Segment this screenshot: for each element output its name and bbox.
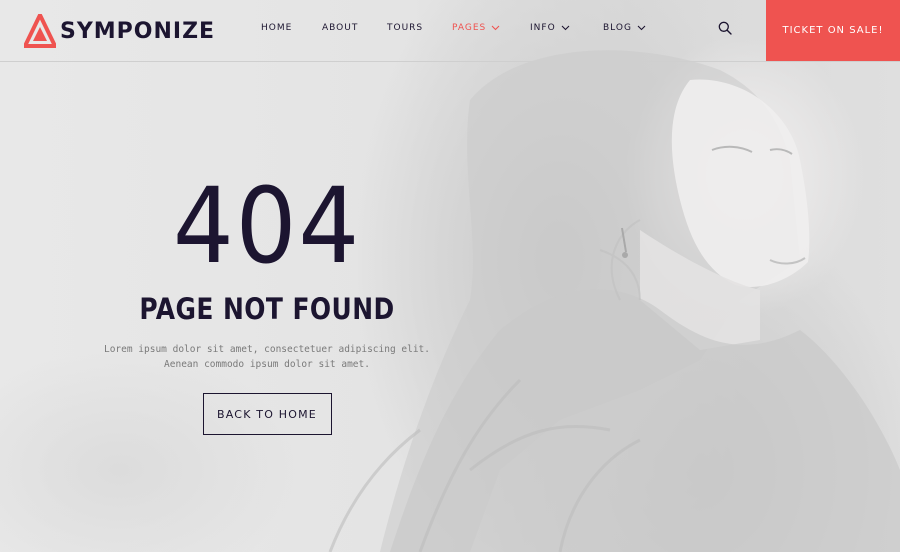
- nav-label: INFO: [530, 23, 556, 33]
- site-header: SYMPONIZE HOME ABOUT TOURS PAGES INFO BL…: [0, 0, 900, 62]
- nav-item-info[interactable]: INFO: [530, 23, 570, 33]
- nav-item-pages[interactable]: PAGES: [452, 23, 500, 33]
- chevron-down-icon: [561, 25, 570, 31]
- description-line: Aenean commodo ipsum dolor sit amet.: [164, 359, 370, 370]
- nav-item-tours[interactable]: TOURS: [387, 23, 423, 33]
- nav-item-about[interactable]: ABOUT: [322, 23, 358, 33]
- nav-label: HOME: [261, 23, 293, 33]
- logo-mark-icon: [24, 14, 56, 48]
- search-icon[interactable]: [718, 21, 732, 35]
- nav-label: TOURS: [387, 23, 424, 33]
- error-content: 404 PAGE NOT FOUND Lorem ipsum dolor sit…: [97, 170, 437, 435]
- ticket-on-sale-button[interactable]: TICKET ON SALE!: [766, 0, 900, 61]
- nav-item-blog[interactable]: BLOG: [603, 23, 646, 33]
- description-line: Lorem ipsum dolor sit amet, consectetuer…: [103, 344, 430, 355]
- nav-label: PAGES: [452, 23, 487, 33]
- brand-logo[interactable]: SYMPONIZE: [24, 14, 215, 48]
- chevron-down-icon: [637, 25, 646, 31]
- nav-item-home[interactable]: HOME: [261, 23, 292, 33]
- chevron-down-icon: [491, 25, 500, 31]
- error-title: PAGE NOT FOUND: [139, 292, 395, 326]
- brand-name: SYMPONIZE: [60, 18, 216, 44]
- nav-label: ABOUT: [322, 23, 359, 33]
- error-code: 404: [172, 165, 362, 287]
- error-description: Lorem ipsum dolor sit amet, consectetuer…: [97, 342, 437, 372]
- back-to-home-button[interactable]: BACK TO HOME: [202, 393, 332, 435]
- nav-label: BLOG: [603, 23, 632, 33]
